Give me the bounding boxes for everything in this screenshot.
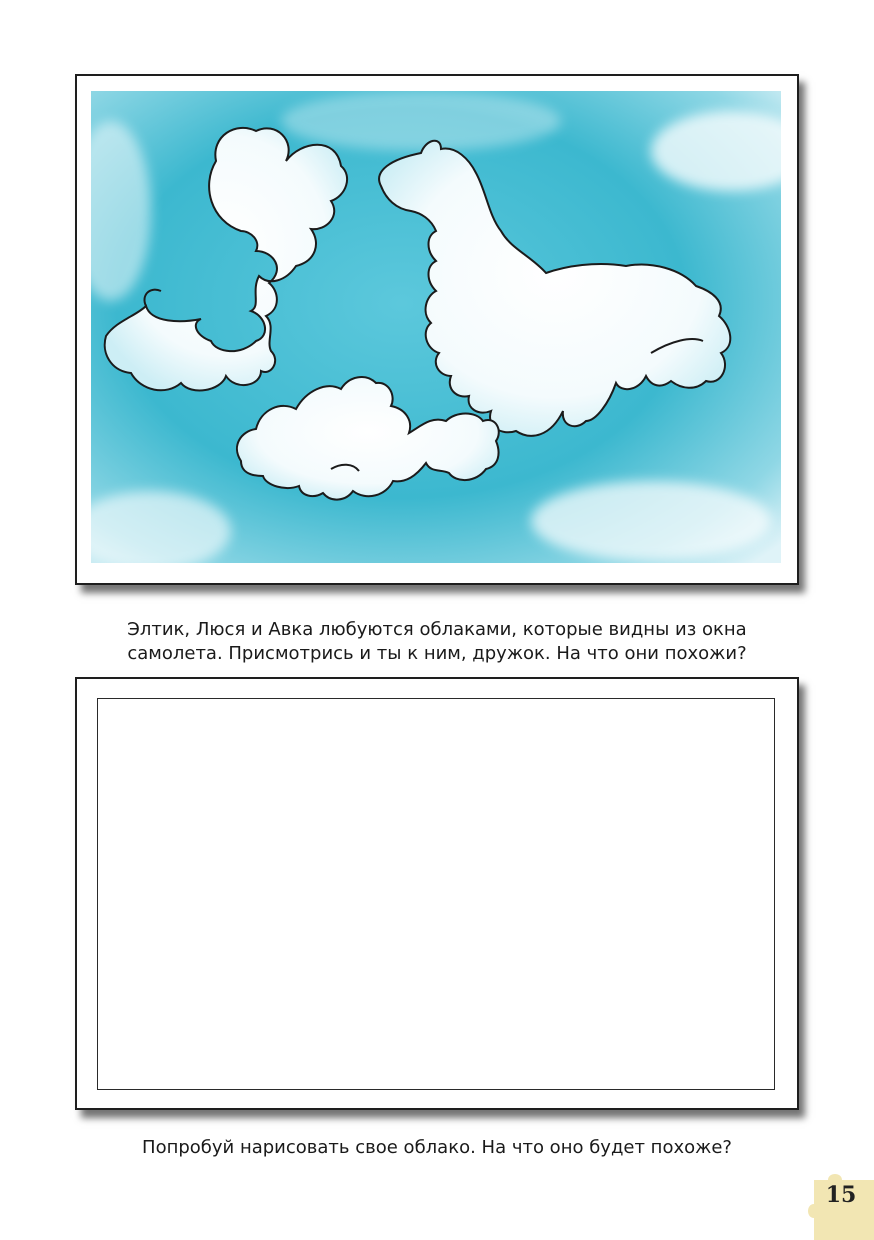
illustration-frame: [75, 74, 799, 585]
page-number: 15: [825, 1182, 857, 1208]
drawing-frame: [75, 677, 799, 1110]
drawing-caption: Попробуй нарисовать свое облако. На что …: [142, 1137, 732, 1158]
drawing-area[interactable]: [97, 698, 775, 1090]
sky-illustration: [91, 91, 781, 563]
illustration-caption: Элтик, Люся и Авка любуются облаками, ко…: [0, 618, 874, 666]
caption-line-2: самолета. Присмотрись и ты к ним, дружок…: [127, 643, 747, 664]
caption-line-1: Элтик, Люся и Авка любуются облаками, ко…: [127, 619, 747, 640]
